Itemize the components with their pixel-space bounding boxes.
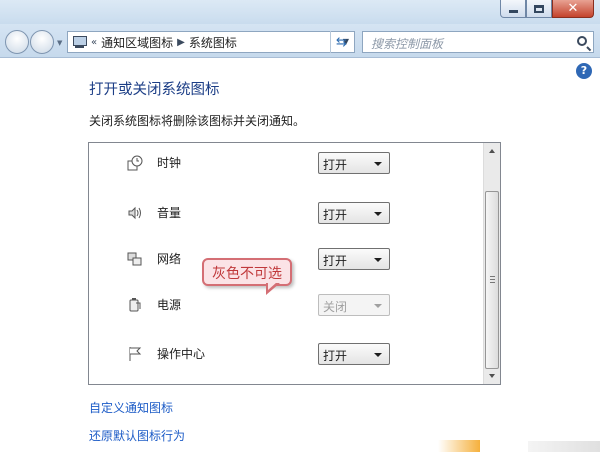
- title-bar: ✕: [0, 0, 600, 24]
- network-behavior-select[interactable]: 打开: [318, 248, 390, 270]
- search-box[interactable]: 搜索控制面板: [362, 31, 594, 53]
- page-title: 打开或关闭系统图标: [89, 82, 220, 98]
- row-label: 操作中心: [157, 347, 206, 361]
- dropdown-arrow-icon: [374, 212, 382, 216]
- clock-behavior-select[interactable]: 打开: [318, 152, 390, 174]
- scroll-up-button[interactable]: [484, 143, 500, 159]
- action-center-behavior-select[interactable]: 打开: [318, 343, 390, 365]
- close-icon: ✕: [567, 1, 579, 16]
- row-label: 网络: [157, 252, 182, 266]
- breadcrumb-notification-icons[interactable]: 通知区域图标: [101, 34, 173, 51]
- breadcrumb-chevron-icon[interactable]: ▶: [177, 37, 185, 48]
- dropdown-arrow-icon: [374, 162, 382, 166]
- row-label: 时钟: [157, 156, 182, 170]
- refresh-icon: ⇆: [336, 34, 347, 50]
- dropdown-arrow-icon: [374, 304, 382, 308]
- customize-notification-icons-link[interactable]: 自定义通知图标: [89, 399, 173, 416]
- control-panel-icon: [72, 36, 87, 48]
- select-value: 关闭: [323, 300, 348, 314]
- battery-icon: [129, 298, 141, 312]
- clock-icon: [127, 155, 143, 171]
- close-button[interactable]: ✕: [552, 0, 594, 18]
- list-item: 操作中心 打开: [119, 341, 390, 367]
- system-icons-list: 时钟 打开 音量 打开 网络 打开 电源 关闭 操作中心 打开: [88, 142, 501, 385]
- address-bar[interactable]: « 通知区域图标 ▶ 系统图标 ▼: [67, 31, 355, 53]
- window-controls: ✕: [500, 0, 594, 18]
- search-placeholder: 搜索控制面板: [371, 37, 444, 51]
- volume-behavior-select[interactable]: 打开: [318, 202, 390, 224]
- network-icon: [127, 252, 142, 266]
- breadcrumb-system-icons[interactable]: 系统图标: [189, 34, 237, 51]
- maximize-icon: [534, 4, 544, 13]
- list-item: 时钟 打开: [119, 150, 390, 176]
- speaker-icon: [128, 206, 141, 220]
- select-value: 打开: [323, 254, 348, 268]
- page-description: 关闭系统图标将删除该图标并关闭通知。: [89, 114, 306, 128]
- dropdown-arrow-icon: [374, 258, 382, 262]
- watermark-fragment: [528, 441, 600, 452]
- watermark-fragment: [438, 440, 480, 452]
- power-behavior-select: 关闭: [318, 294, 390, 316]
- scrollbar-thumb[interactable]: [485, 191, 499, 369]
- search-icon[interactable]: [577, 36, 587, 46]
- select-value: 打开: [323, 349, 348, 363]
- breadcrumb-overflow[interactable]: «: [91, 37, 97, 48]
- restore-default-icon-behaviors-link[interactable]: 还原默认图标行为: [89, 427, 185, 444]
- scroll-down-button[interactable]: [484, 368, 500, 384]
- list-item: 电源 关闭: [119, 292, 390, 318]
- annotation-callout: 灰色不可选: [202, 258, 292, 286]
- maximize-button[interactable]: [526, 0, 552, 18]
- minimize-button[interactable]: [500, 0, 526, 18]
- back-button[interactable]: [5, 30, 29, 54]
- vertical-scrollbar[interactable]: [483, 143, 500, 384]
- navigation-bar: ▼ « 通知区域图标 ▶ 系统图标 ▼ ⇆ 搜索控制面板: [0, 24, 600, 58]
- annotation-pointer: [266, 282, 280, 295]
- select-value: 打开: [323, 158, 348, 172]
- scroll-down-icon: [489, 374, 495, 378]
- select-value: 打开: [323, 208, 348, 222]
- help-icon[interactable]: ?: [576, 63, 592, 79]
- scroll-up-icon: [489, 149, 495, 153]
- list-item: 音量 打开: [119, 200, 390, 226]
- dropdown-arrow-icon: [374, 353, 382, 357]
- refresh-button[interactable]: ⇆: [330, 31, 352, 53]
- row-label: 电源: [157, 298, 182, 312]
- annotation-text: 灰色不可选: [212, 266, 282, 282]
- row-label: 音量: [157, 206, 182, 220]
- minimize-icon: [508, 9, 518, 13]
- recent-pages-chevron-icon[interactable]: ▼: [57, 39, 62, 47]
- flag-icon: [129, 347, 142, 361]
- grip-icon: [490, 276, 495, 283]
- forward-button[interactable]: [30, 30, 54, 54]
